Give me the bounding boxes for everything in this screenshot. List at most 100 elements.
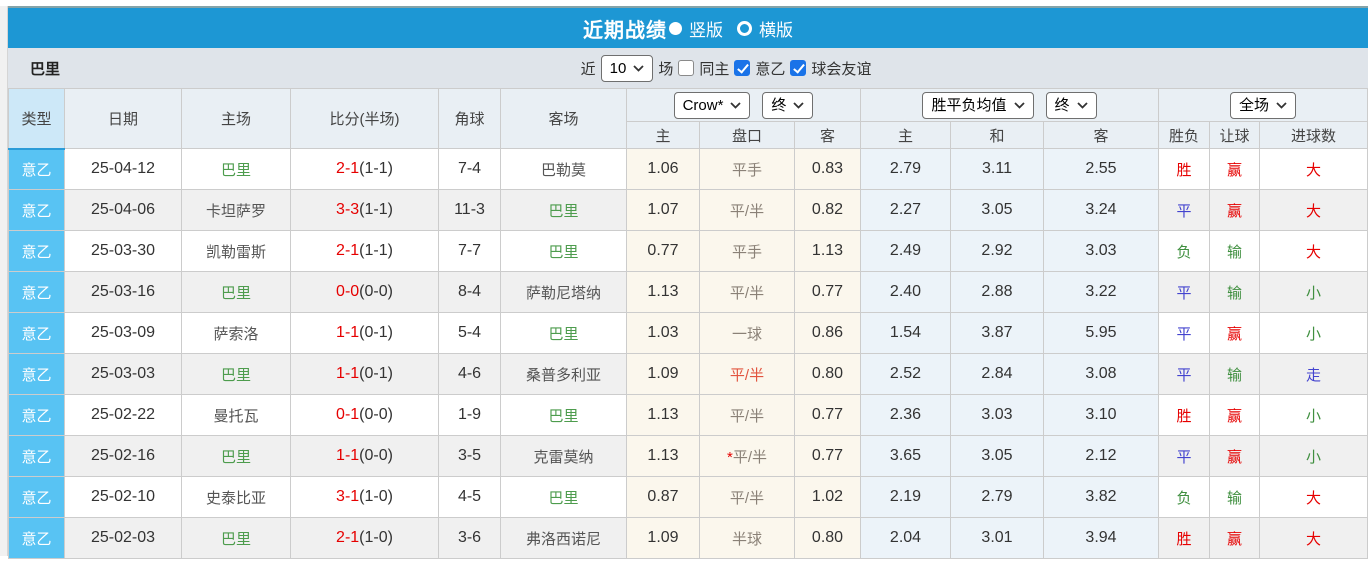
col-header-result: 胜负 [1158, 121, 1210, 149]
away-team: 萨勒尼塔纳 [500, 271, 627, 313]
chevron-down-icon [730, 101, 742, 109]
left-gutter [0, 6, 8, 556]
col-header-score: 比分(半场) [290, 88, 439, 149]
ah-time-select[interactable]: 终 [762, 91, 814, 119]
away-team: 巴勒莫 [500, 148, 627, 190]
col-header-date: 日期 [64, 88, 182, 149]
eu-home-odds: 2.27 [860, 189, 951, 231]
fulltime-score: 1-1 [336, 447, 360, 464]
score-cell: 2-1(1-0) [290, 517, 439, 559]
ah-home-odds: 1.07 [626, 189, 700, 231]
ah-home-odds: 1.13 [626, 271, 700, 313]
league-checkbox[interactable] [734, 60, 751, 76]
eu-draw-odds: 3.01 [950, 517, 1044, 559]
league-type-cell: 意乙 [8, 353, 65, 395]
same-home-label[interactable]: 同主 [699, 58, 729, 79]
ah-away-odds: 0.77 [794, 394, 861, 436]
col-header-away: 客场 [500, 88, 627, 149]
results-table: 类型 日期 主场 比分(半场) 角球 客场 Crow* 终 胜平负均值 终 全场… [8, 88, 1368, 559]
eu-odds-group-header: 胜平负均值 终 [860, 88, 1159, 122]
match-row: 意乙 25-04-06 卡坦萨罗 3-3(1-1) 11-3 巴里 1.07 平… [8, 189, 1368, 231]
home-team: 巴里 [181, 353, 291, 395]
match-row: 意乙 25-03-03 巴里 1-1(0-1) 4-6 桑普多利亚 1.09 平… [8, 353, 1368, 395]
league-label[interactable]: 意乙 [755, 58, 785, 79]
halftime-score: (1-1) [359, 242, 393, 259]
fulltime-score: 0-0 [336, 283, 360, 300]
ah-line: 平/半 [699, 271, 795, 313]
recent-count-select[interactable]: 10 [600, 54, 654, 82]
ah-line-text: 平/半 [729, 202, 765, 220]
home-team: 曼托瓦 [181, 394, 291, 436]
ah-away-odds: 0.80 [794, 353, 861, 395]
scope-select[interactable]: 全场 [1229, 91, 1296, 119]
corner-score: 4-5 [438, 476, 501, 518]
same-home-checkbox[interactable] [678, 60, 695, 76]
ah-home-odds: 1.06 [626, 148, 700, 190]
score-cell: 1-1(0-1) [290, 312, 439, 354]
vertical-layout-label[interactable]: 竖版 [689, 16, 723, 41]
eu-home-odds: 2.36 [860, 394, 951, 436]
ah-line: 平手 [699, 148, 795, 190]
fulltime-score: 3-3 [336, 201, 360, 218]
friendly-label[interactable]: 球会友谊 [811, 58, 871, 79]
result-outcome: 胜 [1158, 517, 1210, 559]
fulltime-score: 2-1 [336, 529, 360, 546]
eu-draw-odds: 3.11 [950, 148, 1044, 190]
home-team: 卡坦萨罗 [181, 189, 291, 231]
home-team: 巴里 [181, 517, 291, 559]
handicap-outcome: 输 [1209, 353, 1260, 395]
vertical-layout-radio[interactable] [669, 21, 682, 35]
match-date: 25-03-16 [64, 271, 182, 313]
halftime-score: (0-1) [359, 365, 393, 382]
result-outcome: 平 [1158, 312, 1210, 354]
match-date: 25-03-03 [64, 353, 182, 395]
league-type-cell: 意乙 [8, 476, 65, 518]
match-date: 25-02-16 [64, 435, 182, 477]
league-type-cell: 意乙 [8, 517, 65, 559]
away-team: 桑普多利亚 [500, 353, 627, 395]
chevron-down-icon [1013, 101, 1025, 109]
ah-home-odds: 1.09 [626, 353, 700, 395]
match-row: 意乙 25-02-10 史泰比亚 3-1(1-0) 4-5 巴里 0.87 平/… [8, 476, 1368, 518]
ah-home-odds: 0.77 [626, 230, 700, 272]
friendly-checkbox[interactable] [790, 60, 807, 76]
ah-line-text: 一球 [731, 325, 762, 343]
eu-draw-odds: 2.84 [950, 353, 1044, 395]
chevron-down-icon [793, 101, 805, 109]
corner-score: 11-3 [438, 189, 501, 231]
col-header-eu-away: 客 [1043, 121, 1159, 149]
eu-draw-odds: 2.92 [950, 230, 1044, 272]
horizontal-layout-label[interactable]: 横版 [759, 16, 793, 41]
ah-away-odds: 0.83 [794, 148, 861, 190]
halftime-score: (1-1) [359, 160, 393, 177]
league-type-cell: 意乙 [8, 230, 65, 272]
corner-score: 7-4 [438, 148, 501, 190]
league-type-cell: 意乙 [8, 271, 65, 313]
corner-score: 5-4 [438, 312, 501, 354]
ah-away-odds: 0.77 [794, 435, 861, 477]
panel-title: 近期战绩 [583, 19, 667, 42]
score-cell: 3-1(1-0) [290, 476, 439, 518]
match-date: 25-02-22 [64, 394, 182, 436]
fulltime-score: 2-1 [336, 160, 360, 177]
fulltime-score: 1-1 [336, 324, 360, 341]
eu-time-select[interactable]: 终 [1045, 91, 1097, 119]
eu-home-odds: 2.52 [860, 353, 951, 395]
ah-home-odds: 1.13 [626, 435, 700, 477]
title-bar: 近期战绩 竖版 横版 [8, 6, 1368, 48]
home-team: 巴里 [181, 435, 291, 477]
home-team: 巴里 [181, 148, 291, 190]
away-team: 巴里 [500, 312, 627, 354]
horizontal-layout-radio[interactable] [737, 20, 752, 36]
eu-home-odds: 2.19 [860, 476, 951, 518]
col-header-ah-away: 客 [794, 121, 861, 149]
handicap-outcome: 输 [1209, 230, 1260, 272]
eu-source-select[interactable]: 胜平负均值 [922, 91, 1034, 119]
eu-away-odds: 3.03 [1043, 230, 1159, 272]
goals-outcome: 大 [1259, 148, 1368, 190]
score-cell: 0-1(0-0) [290, 394, 439, 436]
ah-line: 平/半 [699, 476, 795, 518]
away-team: 巴里 [500, 394, 627, 436]
match-row: 意乙 25-03-16 巴里 0-0(0-0) 8-4 萨勒尼塔纳 1.13 平… [8, 271, 1368, 313]
ah-company-select[interactable]: Crow* [673, 91, 751, 119]
